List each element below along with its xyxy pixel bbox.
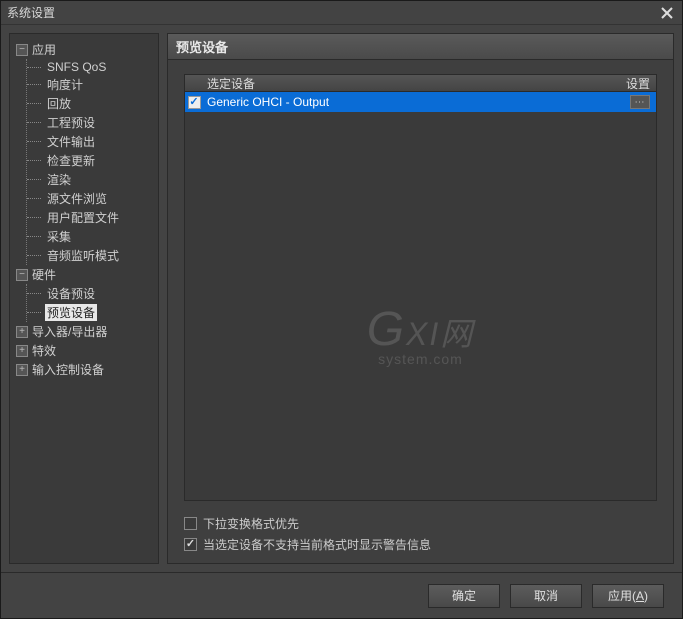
- apply-button[interactable]: 应用(A): [592, 584, 664, 608]
- option-pulldown-priority[interactable]: 下拉变换格式优先: [184, 515, 657, 532]
- titlebar: 系统设置: [1, 1, 682, 25]
- list-header: 选定设备 设置: [184, 74, 657, 92]
- expand-icon[interactable]: +: [16, 345, 28, 357]
- option-warn-unsupported[interactable]: 当选定设备不支持当前格式时显示警告信息: [184, 536, 657, 553]
- header-selected-device: 选定设备: [203, 75, 606, 92]
- header-settings: 设置: [606, 75, 656, 92]
- close-icon: [661, 7, 673, 19]
- tree-item-source-browse[interactable]: 源文件浏览: [27, 189, 156, 208]
- checkbox-pulldown-priority[interactable]: [184, 517, 197, 530]
- tree-item-input-devices[interactable]: + 输入控制设备: [12, 360, 156, 379]
- device-row-settings-wrap: ⋯: [626, 95, 656, 109]
- device-row-name: Generic OHCI - Output: [203, 95, 626, 109]
- tree-root: − 应用 SNFS QoS 响度计 回放 工程预设 文件输出 检查更新 渲染 源…: [12, 40, 156, 379]
- cancel-button[interactable]: 取消: [510, 584, 582, 608]
- tree-item-device-preset[interactable]: 设备预设: [27, 284, 156, 303]
- device-row-checkbox[interactable]: [188, 96, 201, 109]
- tree-item-application[interactable]: − 应用: [12, 40, 156, 59]
- close-button[interactable]: [658, 4, 676, 22]
- ok-button[interactable]: 确定: [428, 584, 500, 608]
- tree-item-snfs-qos[interactable]: SNFS QoS: [27, 59, 156, 75]
- tree-item-importer-exporter[interactable]: + 导入器/导出器: [12, 322, 156, 341]
- expand-icon[interactable]: +: [16, 364, 28, 376]
- checkbox-warn-unsupported[interactable]: [184, 538, 197, 551]
- section-body: 选定设备 设置 Generic OHCI - Output ⋯: [167, 60, 674, 564]
- tree-item-hardware[interactable]: − 硬件: [12, 265, 156, 284]
- device-row-checkbox-wrap: [185, 96, 203, 109]
- device-list: 选定设备 设置 Generic OHCI - Output ⋯: [184, 74, 657, 501]
- section-title: 预览设备: [167, 33, 674, 60]
- tree-item-render[interactable]: 渲染: [27, 170, 156, 189]
- tree-item-effects[interactable]: + 特效: [12, 341, 156, 360]
- tree-item-user-profile[interactable]: 用户配置文件: [27, 208, 156, 227]
- device-row[interactable]: Generic OHCI - Output ⋯: [185, 92, 656, 112]
- collapse-icon[interactable]: −: [16, 44, 28, 56]
- content-panel: 预览设备 选定设备 设置 Generic OHCI - Output: [167, 33, 674, 564]
- expand-icon[interactable]: +: [16, 326, 28, 338]
- window-title: 系统设置: [7, 4, 658, 21]
- tree-item-playback[interactable]: 回放: [27, 94, 156, 113]
- watermark: GXI网 system.com: [367, 302, 475, 367]
- tree-item-file-output[interactable]: 文件输出: [27, 132, 156, 151]
- tree-item-loudness[interactable]: 响度计: [27, 75, 156, 94]
- tree-item-project-preset[interactable]: 工程预设: [27, 113, 156, 132]
- collapse-icon[interactable]: −: [16, 269, 28, 281]
- bottom-options: 下拉变换格式优先 当选定设备不支持当前格式时显示警告信息: [184, 511, 657, 553]
- system-settings-window: 系统设置 − 应用 SNFS QoS 响度计 回放 工程预设 文件输出 检查更新…: [0, 0, 683, 619]
- label-warn-unsupported: 当选定设备不支持当前格式时显示警告信息: [203, 536, 431, 553]
- device-row-settings-button[interactable]: ⋯: [630, 95, 650, 109]
- label-pulldown-priority: 下拉变换格式优先: [203, 515, 299, 532]
- tree-item-audio-monitor[interactable]: 音频监听模式: [27, 246, 156, 265]
- list-body: Generic OHCI - Output ⋯ GXI网 system.com: [184, 92, 657, 501]
- sidebar: − 应用 SNFS QoS 响度计 回放 工程预设 文件输出 检查更新 渲染 源…: [9, 33, 159, 564]
- tree-item-capture[interactable]: 采集: [27, 227, 156, 246]
- tree-item-check-update[interactable]: 检查更新: [27, 151, 156, 170]
- footer: 确定 取消 应用(A): [1, 572, 682, 618]
- dialog-body: − 应用 SNFS QoS 响度计 回放 工程预设 文件输出 检查更新 渲染 源…: [1, 25, 682, 572]
- tree-item-preview-device[interactable]: 预览设备: [27, 303, 156, 322]
